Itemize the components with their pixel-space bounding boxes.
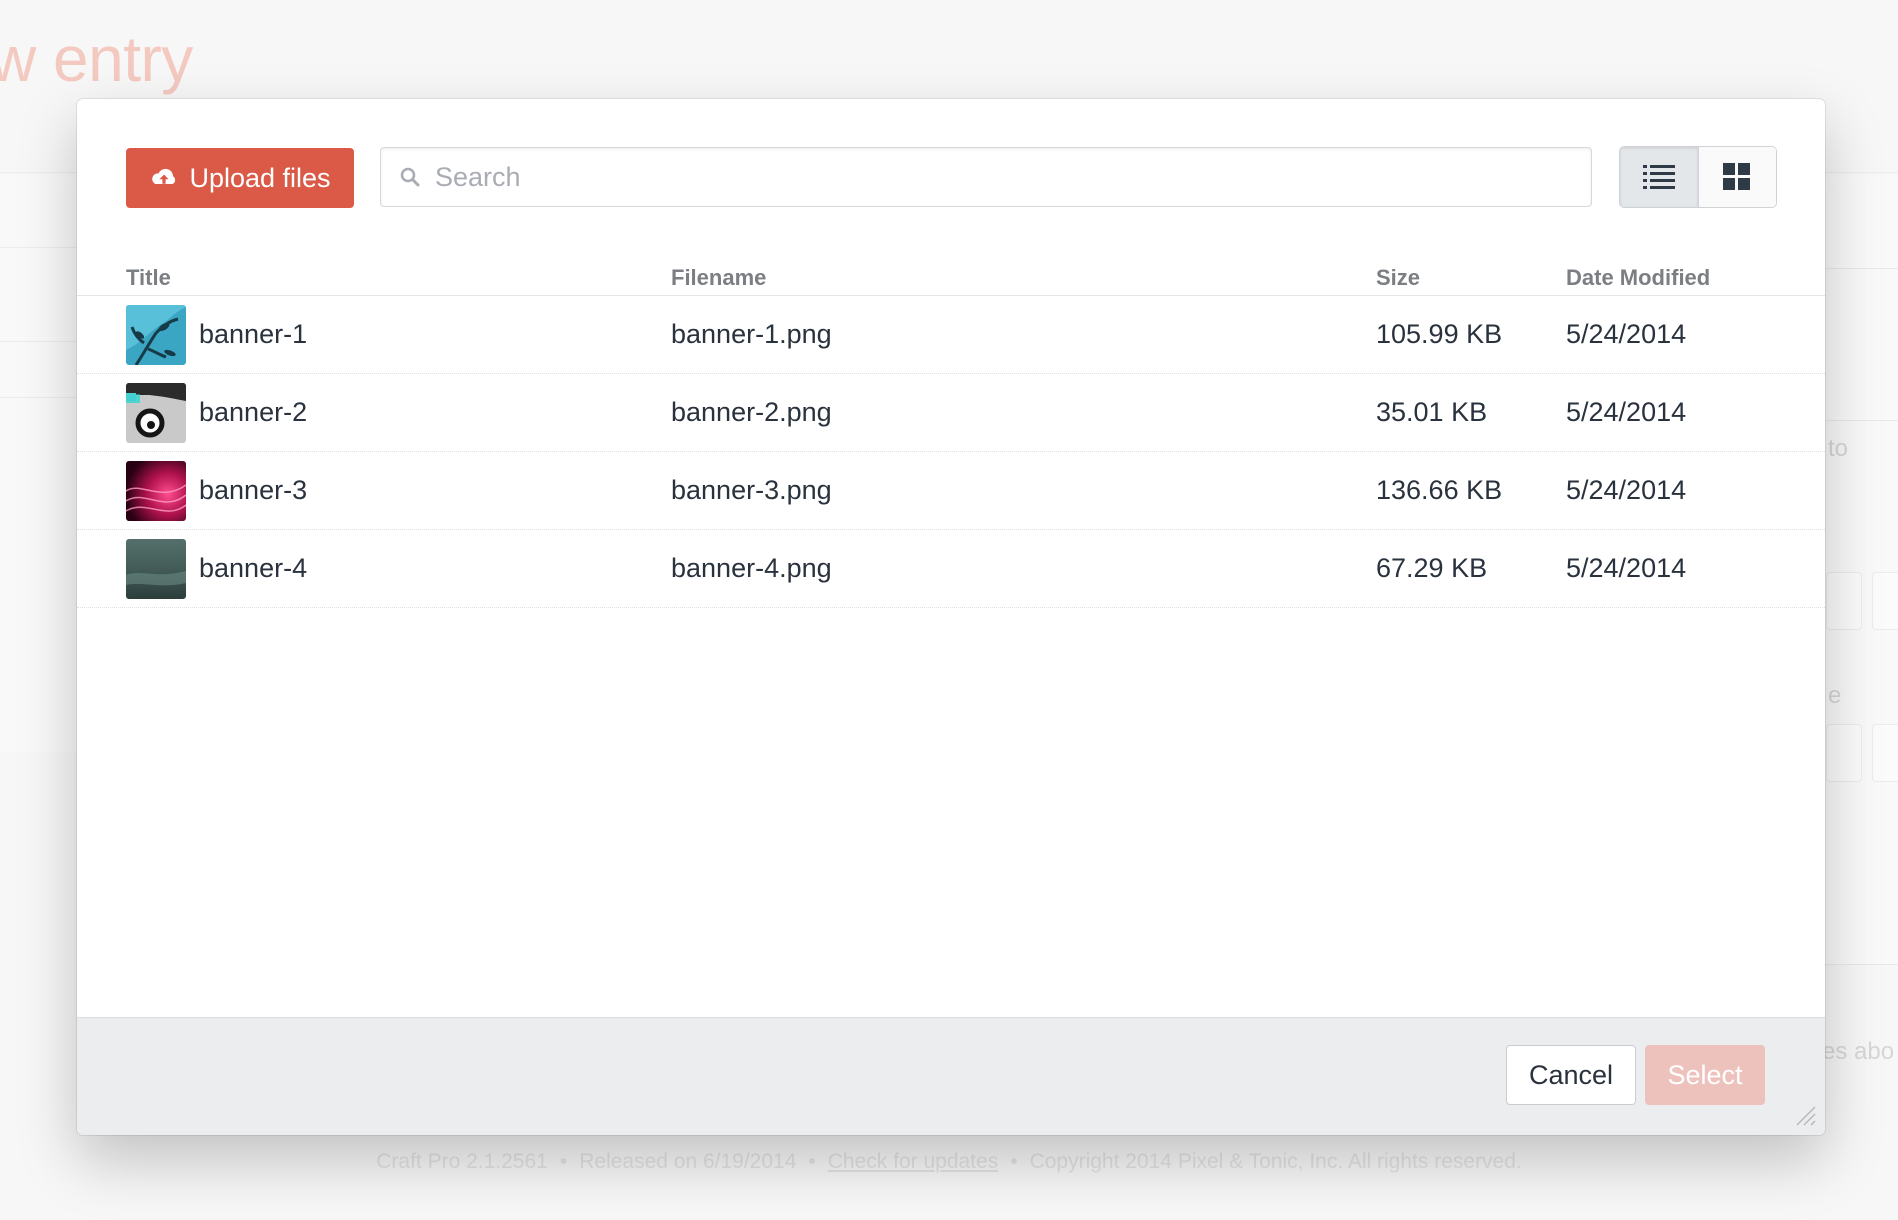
date-cell: 5/24/2014 — [1566, 319, 1687, 349]
right-panel-field — [1872, 724, 1898, 782]
version-text: Craft Pro 2.1.2561 — [376, 1150, 548, 1173]
right-panel-label: es abo — [1822, 1038, 1895, 1065]
date-cell: 5/24/2014 — [1566, 475, 1687, 505]
right-panel-label: e — [1828, 682, 1842, 709]
size-cell: 67.29 KB — [1376, 553, 1488, 583]
site-footer: Craft Pro 2.1.2561 • Released on 6/19/2014… — [0, 1150, 1898, 1174]
view-mode-toggle — [1619, 146, 1777, 208]
table-header: Title Filename Size Date Modified — [77, 249, 1825, 296]
filename-cell: banner-3.png — [671, 475, 832, 505]
asset-title: banner-4 — [199, 553, 308, 583]
list-view-button[interactable] — [1620, 147, 1698, 207]
table-row[interactable]: banner-4 banner-4.png 67.29 KB 5/24/2014 — [77, 530, 1825, 608]
title-cell: banner-2 — [126, 374, 307, 451]
column-header-title[interactable]: Title — [126, 265, 171, 291]
filename-cell: banner-4.png — [671, 553, 832, 583]
upload-files-label: Upload files — [189, 162, 331, 193]
table-row[interactable]: banner-1 banner-1.png 105.99 KB 5/24/201… — [77, 296, 1825, 374]
right-panel-divider — [1820, 420, 1898, 421]
grid-view-button[interactable] — [1697, 147, 1776, 207]
list-view-icon — [1642, 165, 1675, 189]
column-header-size[interactable]: Size — [1376, 265, 1420, 291]
right-panel-field — [1826, 572, 1862, 630]
asset-title: banner-2 — [199, 397, 308, 427]
right-panel — [1820, 175, 1898, 965]
title-cell: banner-4 — [126, 530, 307, 607]
asset-thumbnail — [126, 538, 186, 599]
column-header-date-modified[interactable]: Date Modified — [1566, 265, 1710, 291]
release-text: Released on 6/19/2014 — [579, 1150, 797, 1173]
date-cell: 5/24/2014 — [1566, 553, 1687, 583]
check-updates-link[interactable]: Check for updates — [828, 1150, 998, 1173]
cloud-upload-icon — [152, 168, 176, 184]
date-cell: 5/24/2014 — [1566, 397, 1687, 427]
table-row[interactable]: banner-2 banner-2.png 35.01 KB 5/24/2014 — [77, 374, 1825, 452]
size-cell: 136.66 KB — [1376, 475, 1503, 505]
asset-thumbnail — [126, 304, 186, 365]
title-cell: banner-3 — [126, 452, 307, 529]
modal-toolbar: Upload files — [77, 99, 1825, 249]
right-panel-field — [1872, 572, 1898, 630]
search-input[interactable] — [433, 160, 1591, 194]
separator: • — [808, 1150, 816, 1173]
asset-title: banner-1 — [199, 319, 308, 349]
asset-thumbnail — [126, 460, 186, 521]
title-cell: banner-1 — [126, 296, 307, 373]
filename-cell: banner-1.png — [671, 319, 832, 349]
filename-cell: banner-2.png — [671, 397, 832, 427]
page-title: w entry — [0, 23, 193, 95]
select-button[interactable]: Select — [1645, 1045, 1765, 1105]
size-cell: 105.99 KB — [1376, 319, 1503, 349]
asset-thumbnail — [126, 382, 186, 443]
size-cell: 35.01 KB — [1376, 397, 1488, 427]
upload-files-button[interactable]: Upload files — [126, 148, 354, 208]
cancel-button[interactable]: Cancel — [1506, 1045, 1636, 1105]
search-box[interactable] — [380, 147, 1592, 207]
right-panel-field — [1826, 724, 1862, 782]
copyright-text: Copyright 2014 Pixel & Tonic, Inc. All r… — [1029, 1150, 1522, 1173]
table-row[interactable]: banner-3 banner-3.png 136.66 KB 5/24/201… — [77, 452, 1825, 530]
right-panel-divider — [1820, 964, 1898, 965]
asset-select-modal: Upload files Search Title Filename Size … — [77, 99, 1825, 1135]
separator: • — [1010, 1150, 1018, 1173]
right-panel-divider — [1820, 268, 1898, 269]
column-header-filename[interactable]: Filename — [671, 265, 766, 291]
grid-view-icon — [1723, 163, 1751, 190]
search-icon — [400, 167, 420, 187]
assets-table: Title Filename Size Date Modified banner… — [77, 249, 1825, 608]
right-panel-label: to — [1828, 435, 1849, 462]
resize-handle-icon[interactable] — [1793, 1103, 1817, 1127]
separator: • — [559, 1150, 568, 1173]
asset-title: banner-3 — [199, 475, 308, 505]
modal-footer: Cancel Select — [77, 1017, 1825, 1135]
